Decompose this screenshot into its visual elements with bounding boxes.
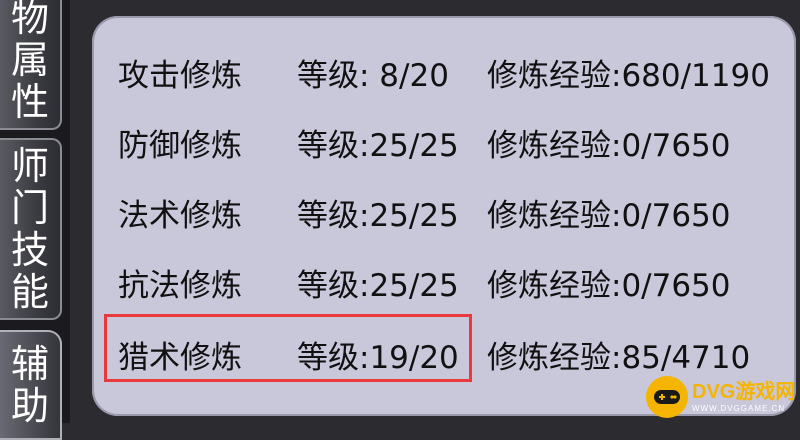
cultivation-name: 抗法修炼 bbox=[118, 268, 242, 304]
cultivation-exp: 修炼经验:0/7650 bbox=[487, 268, 731, 304]
cultivation-row: 抗法修炼 等级:25/25 修炼经验:0/7650 bbox=[92, 260, 796, 320]
cultivation-row: 攻击修炼 等级: 8/20 修炼经验:680/1190 bbox=[92, 50, 796, 110]
cultivation-name: 攻击修炼 bbox=[118, 58, 242, 94]
tab-char: 技 bbox=[10, 228, 49, 272]
tab-school-skills[interactable]: 师 门 技 能 bbox=[0, 138, 62, 320]
cultivation-row: 防御修炼 等级:25/25 修炼经验:0/7650 bbox=[92, 120, 796, 180]
tab-char: 师 bbox=[10, 144, 49, 188]
watermark-url: WWW.DVGGAME.CN bbox=[692, 403, 786, 413]
highlight-box bbox=[104, 314, 472, 382]
gamepad-icon bbox=[646, 376, 688, 418]
watermark-logo: DVG游戏网 WWW.DVGGAME.CN bbox=[646, 372, 798, 422]
cultivation-panel: 攻击修炼 等级: 8/20 修炼经验:680/1190 防御修炼 等级:25/2… bbox=[92, 16, 796, 416]
cultivation-exp: 修炼经验:85/4710 bbox=[487, 340, 751, 376]
cultivation-name: 防御修炼 bbox=[118, 128, 242, 164]
tab-char: 能 bbox=[10, 270, 49, 314]
watermark-title: DVG游戏网 bbox=[692, 380, 796, 403]
tab-attributes[interactable]: 物 属 性 bbox=[0, 0, 62, 130]
tab-char: 门 bbox=[10, 186, 49, 230]
cultivation-exp: 修炼经验:0/7650 bbox=[487, 198, 731, 234]
cultivation-exp: 修炼经验:680/1190 bbox=[487, 58, 770, 94]
tab-char: 属 bbox=[10, 38, 49, 82]
tab-char: 助 bbox=[10, 384, 49, 428]
cultivation-name: 法术修炼 bbox=[118, 198, 242, 234]
cultivation-level: 等级: 8/20 bbox=[297, 58, 449, 94]
cultivation-exp: 修炼经验:0/7650 bbox=[487, 128, 731, 164]
cultivation-row: 法术修炼 等级:25/25 修炼经验:0/7650 bbox=[92, 190, 796, 250]
tab-char: 辅 bbox=[10, 342, 49, 386]
cultivation-level: 等级:25/25 bbox=[297, 128, 459, 164]
side-tabs: 物 属 性 师 门 技 能 辅 助 bbox=[0, 0, 70, 440]
tab-char: 性 bbox=[10, 80, 49, 124]
tab-auxiliary[interactable]: 辅 助 bbox=[0, 330, 62, 440]
tab-char: 物 bbox=[10, 0, 49, 40]
cultivation-level: 等级:25/25 bbox=[297, 268, 459, 304]
cultivation-level: 等级:25/25 bbox=[297, 198, 459, 234]
